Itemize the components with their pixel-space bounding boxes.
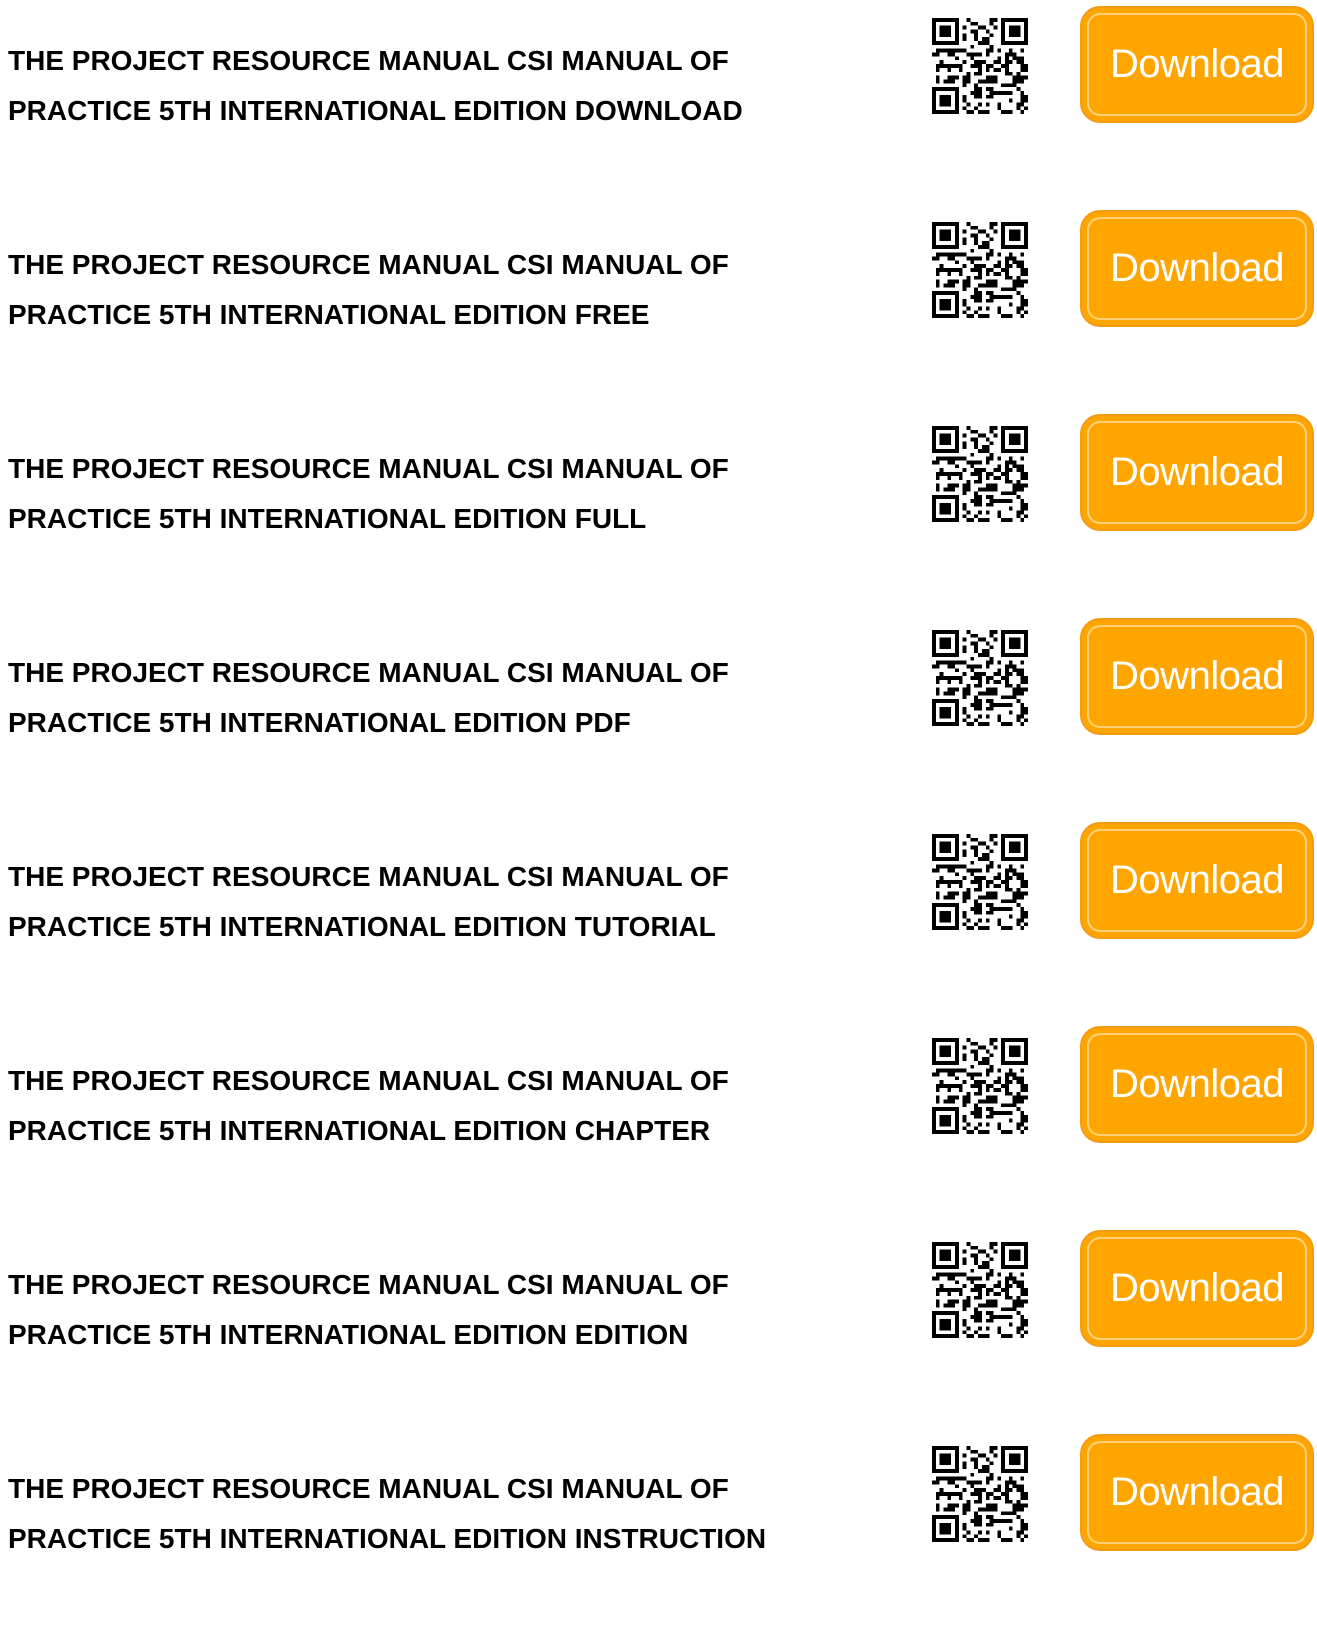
qr-code-icon (932, 630, 1028, 726)
qr-code-icon (932, 426, 1028, 522)
list-item: THE PROJECT RESOURCE MANUAL CSI MANUAL O… (0, 1020, 1317, 1224)
qr-code-icon (932, 18, 1028, 114)
item-title-line-2: PRACTICE 5TH INTERNATIONAL EDITION DOWNL… (8, 95, 743, 126)
download-button[interactable]: Download (1080, 618, 1314, 735)
download-button[interactable]: Download (1080, 414, 1314, 531)
item-title[interactable]: THE PROJECT RESOURCE MANUAL CSI MANUAL O… (8, 444, 888, 544)
item-title-line-2: PRACTICE 5TH INTERNATIONAL EDITION FULL (8, 503, 647, 534)
download-button[interactable]: Download (1080, 210, 1314, 327)
download-button[interactable]: Download (1080, 1230, 1314, 1347)
item-title[interactable]: THE PROJECT RESOURCE MANUAL CSI MANUAL O… (8, 1056, 888, 1156)
download-button[interactable]: Download (1080, 1434, 1314, 1551)
download-button-label: Download (1110, 42, 1284, 86)
item-title[interactable]: THE PROJECT RESOURCE MANUAL CSI MANUAL O… (8, 240, 888, 340)
download-button[interactable]: Download (1080, 6, 1314, 123)
list-item: THE PROJECT RESOURCE MANUAL CSI MANUAL O… (0, 408, 1317, 612)
list-item: THE PROJECT RESOURCE MANUAL CSI MANUAL O… (0, 816, 1317, 1020)
item-title[interactable]: THE PROJECT RESOURCE MANUAL CSI MANUAL O… (8, 852, 888, 952)
item-title-line-1: THE PROJECT RESOURCE MANUAL CSI MANUAL O… (8, 249, 729, 280)
item-title[interactable]: THE PROJECT RESOURCE MANUAL CSI MANUAL O… (8, 36, 888, 136)
item-title-line-2: PRACTICE 5TH INTERNATIONAL EDITION INSTR… (8, 1523, 767, 1554)
download-button-label: Download (1110, 1266, 1284, 1310)
list-item: THE PROJECT RESOURCE MANUAL CSI MANUAL O… (0, 612, 1317, 816)
download-list: THE PROJECT RESOURCE MANUAL CSI MANUAL O… (0, 0, 1317, 1632)
qr-code-icon (932, 1242, 1028, 1338)
item-title[interactable]: THE PROJECT RESOURCE MANUAL CSI MANUAL O… (8, 1260, 888, 1360)
list-item: THE PROJECT RESOURCE MANUAL CSI MANUAL O… (0, 0, 1317, 204)
qr-code-icon (932, 1446, 1028, 1542)
download-button[interactable]: Download (1080, 1026, 1314, 1143)
qr-code-icon (932, 834, 1028, 930)
qr-code-icon (932, 1038, 1028, 1134)
item-title-line-1: THE PROJECT RESOURCE MANUAL CSI MANUAL O… (8, 453, 729, 484)
download-button[interactable]: Download (1080, 822, 1314, 939)
list-item: THE PROJECT RESOURCE MANUAL CSI MANUAL O… (0, 204, 1317, 408)
item-title-line-2: PRACTICE 5TH INTERNATIONAL EDITION FREE (8, 299, 650, 330)
download-button-label: Download (1110, 246, 1284, 290)
item-title-line-1: THE PROJECT RESOURCE MANUAL CSI MANUAL O… (8, 1065, 729, 1096)
download-button-label: Download (1110, 1470, 1284, 1514)
item-title-line-2: PRACTICE 5TH INTERNATIONAL EDITION PDF (8, 707, 631, 738)
item-title-line-1: THE PROJECT RESOURCE MANUAL CSI MANUAL O… (8, 45, 729, 76)
qr-code-icon (932, 222, 1028, 318)
item-title-line-2: PRACTICE 5TH INTERNATIONAL EDITION EDITI… (8, 1319, 689, 1350)
download-button-label: Download (1110, 450, 1284, 494)
item-title-line-2: PRACTICE 5TH INTERNATIONAL EDITION TUTOR… (8, 911, 716, 942)
item-title-line-1: THE PROJECT RESOURCE MANUAL CSI MANUAL O… (8, 657, 729, 688)
download-button-label: Download (1110, 654, 1284, 698)
item-title-line-1: THE PROJECT RESOURCE MANUAL CSI MANUAL O… (8, 861, 729, 892)
item-title-line-2: PRACTICE 5TH INTERNATIONAL EDITION CHAPT… (8, 1115, 711, 1146)
item-title[interactable]: THE PROJECT RESOURCE MANUAL CSI MANUAL O… (8, 1464, 888, 1564)
item-title[interactable]: THE PROJECT RESOURCE MANUAL CSI MANUAL O… (8, 648, 888, 748)
download-button-label: Download (1110, 1062, 1284, 1106)
list-item: THE PROJECT RESOURCE MANUAL CSI MANUAL O… (0, 1224, 1317, 1428)
list-item: THE PROJECT RESOURCE MANUAL CSI MANUAL O… (0, 1428, 1317, 1632)
item-title-line-1: THE PROJECT RESOURCE MANUAL CSI MANUAL O… (8, 1269, 729, 1300)
item-title-line-1: THE PROJECT RESOURCE MANUAL CSI MANUAL O… (8, 1473, 729, 1504)
download-button-label: Download (1110, 858, 1284, 902)
